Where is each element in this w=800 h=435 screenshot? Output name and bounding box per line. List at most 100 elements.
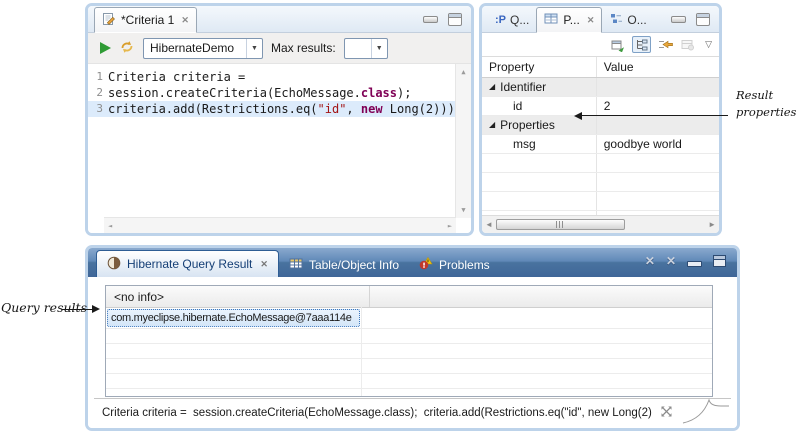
empty-row	[482, 173, 719, 192]
annotation-line: Result	[736, 87, 796, 104]
tab-table-object-info[interactable]: Table/Object Info	[279, 252, 409, 277]
run-icon[interactable]	[100, 42, 111, 54]
expand-triangle-icon[interactable]: ◢	[489, 83, 495, 91]
code-text: session.createCriteria(EchoMessage.	[108, 85, 361, 101]
property-row[interactable]: id 2	[482, 97, 719, 116]
table-row[interactable]	[106, 374, 712, 389]
criteria-editor-panel: *Criteria 1 ✕ HibernateDemo ▼ Max result…	[85, 3, 474, 236]
selected-result-value[interactable]: com.myeclipse.hibernate.EchoMessage@7aaa…	[107, 309, 360, 327]
code-line[interactable]: 2session.createCriteria(EchoMessage.clas…	[88, 85, 456, 101]
code-text: criteria.add(Restrictions.eq(	[108, 101, 318, 117]
properties-panel: :P Q... P... ✕ O...	[479, 3, 722, 236]
tab-outline[interactable]: O...	[602, 8, 653, 32]
scroll-up-icon[interactable]: ▲	[461, 68, 465, 76]
scrollbar-thumb[interactable]	[496, 219, 625, 230]
tab-criteria-1[interactable]: *Criteria 1 ✕	[94, 7, 197, 33]
horizontal-scrollbar[interactable]: ◄ ►	[104, 217, 456, 233]
tab-properties[interactable]: P... ✕	[536, 7, 602, 33]
close-icon[interactable]: ✕	[260, 259, 268, 270]
property-category-row[interactable]: ◢ Identifier	[482, 78, 719, 97]
close-icon[interactable]: ✕	[587, 15, 595, 26]
tab-label: O...	[627, 13, 646, 27]
property-value: goodbye world	[596, 135, 719, 153]
restore-default-value-icon[interactable]	[679, 37, 697, 52]
show-advanced-properties-icon[interactable]	[656, 37, 674, 52]
empty-row	[482, 192, 719, 211]
show-categories-icon[interactable]	[632, 36, 651, 53]
property-category-row[interactable]: ◢Properties	[482, 116, 719, 135]
annotation-arrowhead	[92, 305, 100, 313]
line-number: 1	[88, 69, 108, 85]
scroll-down-icon[interactable]: ▼	[461, 206, 465, 214]
code-string: "id"	[318, 101, 347, 117]
property-row[interactable]: msg goodbye world	[482, 135, 719, 154]
query-tab-icon: :P	[495, 14, 506, 26]
line-number: 2	[88, 85, 108, 101]
scroll-right-icon[interactable]: ►	[708, 220, 716, 229]
tab-label: Problems	[439, 258, 490, 272]
table-row[interactable]	[106, 359, 712, 374]
column-divider	[361, 307, 362, 396]
code-text: );	[397, 85, 411, 101]
tab-label: P...	[563, 13, 579, 27]
minimize-icon[interactable]	[687, 261, 702, 267]
max-results-select[interactable]: ▼	[344, 38, 388, 59]
properties-tab-icon	[544, 12, 558, 28]
column-header-value[interactable]: Value	[596, 57, 719, 77]
results-table-header: <no info>	[106, 286, 712, 308]
tab-label: Hibernate Query Result	[127, 257, 252, 271]
results-column-header[interactable]: <no info>	[106, 286, 370, 307]
maximize-icon[interactable]	[713, 255, 726, 267]
code-lines: 1Criteria criteria = 2session.createCrit…	[88, 69, 456, 117]
remove-all-icon[interactable]: ✕	[666, 255, 676, 267]
configuration-select[interactable]: HibernateDemo ▼	[143, 38, 263, 59]
code-text: Criteria criteria =	[108, 69, 245, 85]
criteria-file-icon	[102, 12, 116, 29]
criteria-status-bar: Criteria criteria = session.createCriter…	[94, 398, 731, 426]
scroll-right-icon[interactable]: ►	[448, 222, 452, 230]
max-results-label: Max results:	[271, 41, 336, 55]
column-header-property[interactable]: Property	[482, 57, 596, 77]
minimize-icon[interactable]	[423, 16, 438, 23]
property-name: msg	[482, 135, 596, 153]
maximize-icon[interactable]	[696, 13, 710, 26]
code-line-highlighted[interactable]: 3criteria.add(Restrictions.eq("id", new …	[88, 101, 456, 117]
table-info-icon	[289, 257, 303, 273]
chevron-down-icon[interactable]: ▼	[246, 39, 262, 58]
annotation-result-properties: Result properties	[736, 87, 796, 121]
scroll-left-icon[interactable]: ◄	[108, 222, 112, 230]
scroll-left-icon[interactable]: ◄	[485, 220, 493, 229]
collapse-arrows-icon[interactable]	[660, 405, 673, 421]
code-text: Long(2)));	[383, 101, 462, 117]
status-text: Criteria criteria = session.createCriter…	[102, 407, 652, 419]
line-number: 3	[88, 101, 108, 117]
code-editor[interactable]: 1Criteria criteria = 2session.createCrit…	[88, 64, 471, 233]
table-row-selected[interactable]: com.myeclipse.hibernate.EchoMessage@7aaa…	[106, 308, 712, 329]
horizontal-scrollbar[interactable]: ◄ ►	[482, 215, 719, 233]
view-menu-icon[interactable]: ▽	[705, 39, 712, 50]
remove-icon[interactable]: ✕	[645, 255, 655, 267]
tab-problems[interactable]: Problems	[409, 252, 500, 277]
category-value	[596, 116, 719, 134]
configuration-value: HibernateDemo	[144, 39, 246, 58]
max-results-value	[345, 39, 371, 58]
maximize-icon[interactable]	[448, 13, 462, 26]
tab-hibernate-query-result[interactable]: Hibernate Query Result ✕	[96, 250, 279, 277]
tab-query[interactable]: :P Q...	[488, 8, 536, 32]
table-row[interactable]	[106, 389, 712, 397]
close-icon[interactable]: ✕	[181, 15, 189, 26]
tab-label: Table/Object Info	[309, 258, 399, 272]
pin-view-icon[interactable]	[609, 37, 627, 53]
vertical-scrollbar[interactable]: ▲ ▼	[455, 64, 471, 218]
category-value	[596, 78, 719, 96]
properties-table: Property Value ◢ Identifier id 2 ◢Propert…	[482, 56, 719, 215]
code-line[interactable]: 1Criteria criteria =	[88, 69, 456, 85]
minimize-icon[interactable]	[671, 16, 686, 23]
category-label: Identifier	[500, 80, 546, 94]
chevron-down-icon[interactable]: ▼	[371, 39, 387, 58]
table-row[interactable]	[106, 329, 712, 344]
refresh-icon[interactable]	[119, 39, 135, 58]
table-row[interactable]	[106, 344, 712, 359]
expand-triangle-icon[interactable]: ◢	[489, 121, 495, 129]
annotation-line: properties	[736, 104, 796, 121]
